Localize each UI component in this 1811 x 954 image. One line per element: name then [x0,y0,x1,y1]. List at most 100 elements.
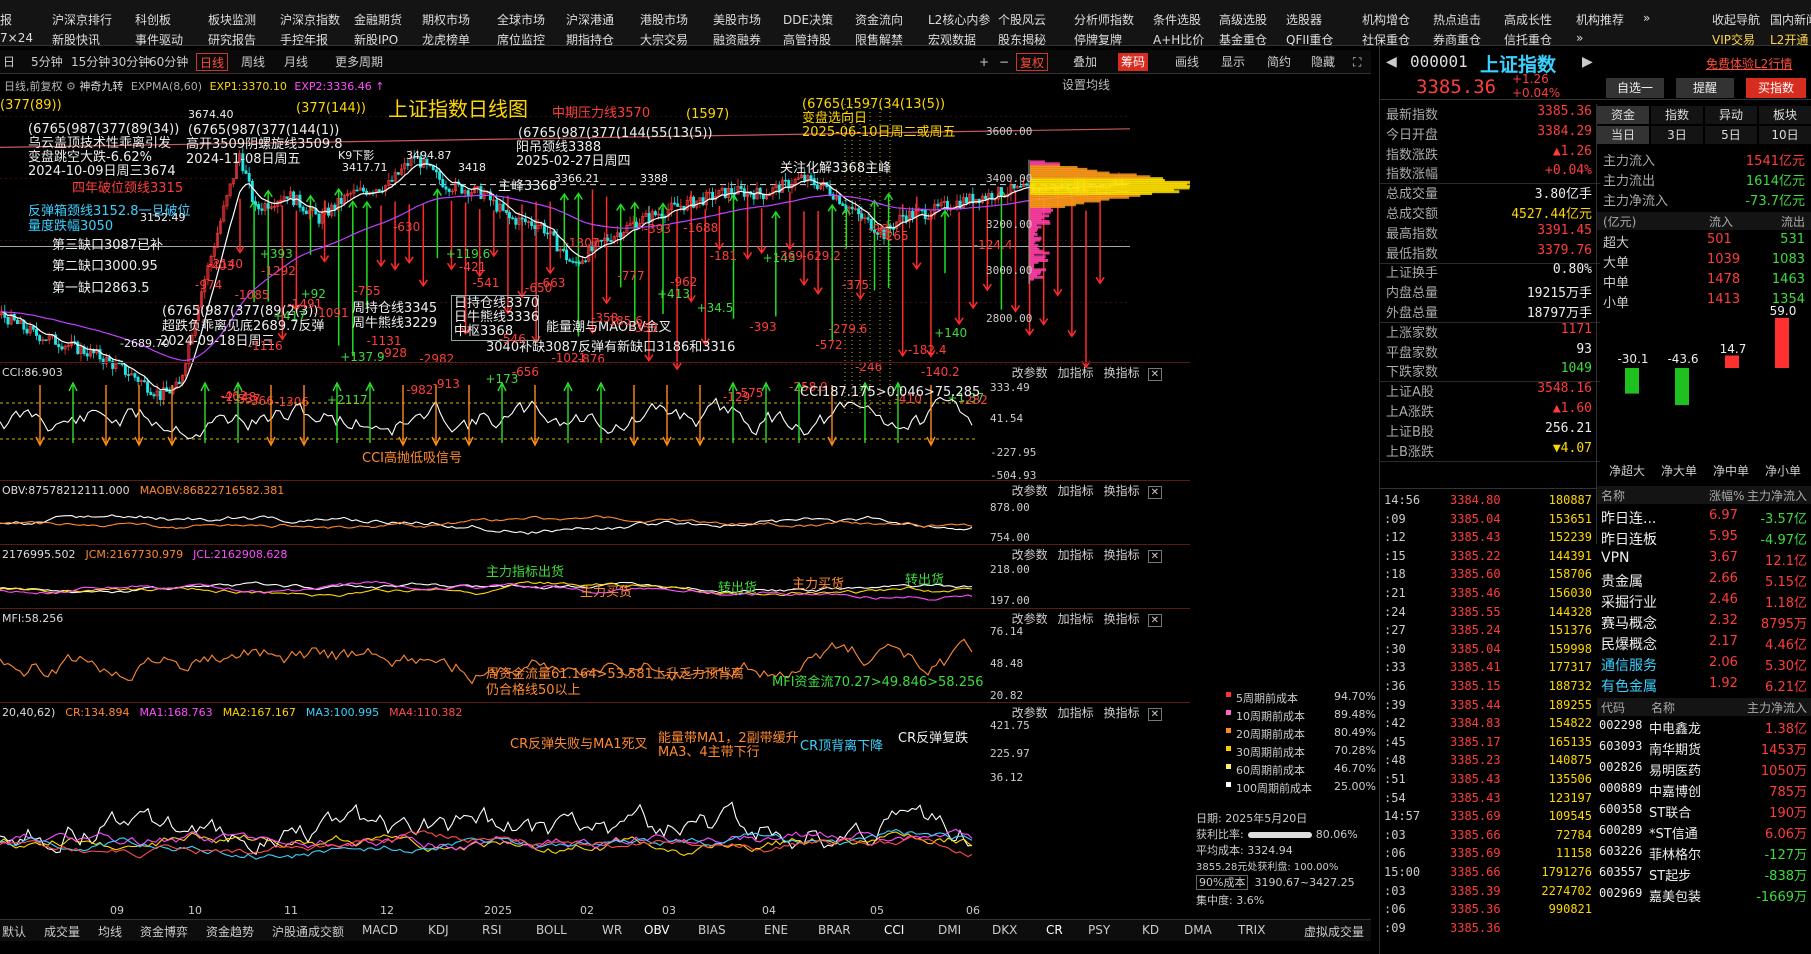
nav-item-15[interactable]: 分析师指数 [1074,11,1134,28]
indicator-tab-20[interactable]: KD [1142,923,1159,937]
indicator-tab-15[interactable]: CCI [884,923,904,937]
tool-5[interactable]: 画线 [1172,53,1202,71]
sector-row[interactable]: 有色金属 1.92 6.21亿 [1597,676,1811,697]
nav-item-22[interactable]: 机构推荐 [1576,11,1624,28]
nav-item-18[interactable]: 选股器 [1286,11,1322,28]
period-6[interactable]: 月线 [281,53,311,71]
tool-2[interactable]: 复权 [1016,53,1049,71]
stock-row[interactable]: 002969 嘉美包装 -1669万 [1597,886,1811,907]
stock-row[interactable]: 002826 易明医药 1050万 [1597,760,1811,781]
panel-cr[interactable]: 20,40,62) CR:134.894 MA1:168.763 MA2:167.16… [0,702,1190,902]
sector-row[interactable]: 通信服务 2.06 5.30亿 [1597,655,1811,676]
stock-row[interactable]: 600289 *ST信通 6.06万 [1597,823,1811,844]
indicator-tab-9[interactable]: BOLL [536,923,567,937]
tool-3[interactable]: 叠加 [1070,53,1100,71]
stock-row[interactable]: 603226 菲林格尔 -127万 [1597,844,1811,865]
stock-row[interactable]: 600358 ST联合 190万 [1597,802,1811,823]
nav-sub-item-22[interactable]: » [1576,31,1583,45]
period-3[interactable]: 60分钟 [146,53,191,71]
panel-tool-1[interactable]: 加指标 [1058,706,1094,720]
panel-tool-1[interactable]: 加指标 [1058,366,1094,380]
nav-sub-item-7[interactable]: 席位监控 [497,31,545,48]
sector-row[interactable]: 民爆概念 2.17 4.46亿 [1597,634,1811,655]
indicator-tab-17[interactable]: DKX [992,923,1017,937]
panel-obv[interactable]: OBV:87578212111.000 MAOBV:86822716582.381… [0,480,1190,544]
nav-item-12[interactable]: 资金流向 [855,11,903,28]
nav-item-21[interactable]: 高成长性 [1504,11,1552,28]
nav-item-24[interactable]: 收起导航 [1712,11,1760,28]
nav-item-10[interactable]: 美股市场 [713,11,761,28]
panel-mfi[interactable]: MFI:58.256 改参数 加指标 换指标 ✕ 76.14 48.48 20.82 周资金流量… [0,608,1190,702]
period-day-prefix[interactable]: 日 [0,53,18,71]
tool-4[interactable]: 筹码 [1118,53,1149,71]
nav-sub-item-14[interactable]: 股东揭秘 [998,31,1046,48]
indicator-tab-0[interactable]: 默认 [2,923,26,940]
sector-row[interactable]: 昨日连板 5.95 -4.97亿 [1597,529,1811,550]
nav-sub-item-12[interactable]: 限售解禁 [855,31,903,48]
sector-row[interactable]: 采掘行业 2.46 1.18亿 [1597,592,1811,613]
nav-sub-item-17[interactable]: 基金重仓 [1219,31,1267,48]
nav-sub-item-2[interactable]: 事件驱动 [135,31,183,48]
indicator-tab-23[interactable]: 虚拟成交量 [1304,923,1364,940]
panel-tool-2[interactable]: 换指标 [1104,612,1140,626]
range-tab-1[interactable]: 3日 [1651,126,1703,144]
panel-tool-0[interactable]: 改参数 [1012,548,1048,562]
nav-item-11[interactable]: DDE决策 [783,11,833,28]
panel-tool-2[interactable]: 换指标 [1104,548,1140,562]
sector-row[interactable]: 贵金属 2.66 5.15亿 [1597,571,1811,592]
indicator-tab-2[interactable]: 均线 [98,923,122,940]
fullscreen-icon[interactable]: ⛶ [1350,53,1364,71]
indicator-tab-22[interactable]: TRIX [1238,923,1265,937]
indicator-tab-10[interactable]: WR [602,923,622,937]
next-arrow-icon[interactable]: ▶ [1582,54,1593,70]
fund-tab-0[interactable]: 资金 [1597,106,1649,124]
nav-item-9[interactable]: 港股市场 [640,11,688,28]
nav-sub-item-3[interactable]: 研究报告 [208,31,256,48]
close-icon[interactable]: ✕ [1147,368,1162,381]
nav-item-2[interactable]: 科创板 [135,11,171,28]
panel-cci[interactable]: CCI:86.903 改参数 加指标 换指标 ✕ 333.49 41.54 -227.95 -5… [0,362,1190,482]
range-tab-3[interactable]: 10日 [1759,126,1811,144]
range-tab-0[interactable]: 当日 [1597,126,1649,144]
panel-tool-1[interactable]: 加指标 [1058,484,1094,498]
sector-row[interactable]: 昨日连... 6.97 -3.57亿 [1597,508,1811,529]
range-tab-2[interactable]: 5日 [1705,126,1757,144]
nav-item-25[interactable]: 国内新闻 [1770,11,1811,28]
nav-sub-item-18[interactable]: QFII重仓 [1286,31,1333,48]
stock-row[interactable]: 603557 ST起步 -838万 [1597,865,1811,886]
nav-item-8[interactable]: 沪深港通 [566,11,614,28]
panel-tool-1[interactable]: 加指标 [1058,548,1094,562]
indicator-tab-8[interactable]: RSI [482,923,502,937]
close-icon[interactable]: ✕ [1147,708,1162,721]
alert-button[interactable]: 提醒 [1676,78,1734,98]
nav-item-23[interactable]: » [1643,11,1650,25]
nav-sub-item-9[interactable]: 大宗交易 [640,31,688,48]
nav-sub-item-16[interactable]: A+H比价 [1153,31,1204,48]
panel-tool-1[interactable]: 加指标 [1058,612,1094,626]
fund-tab-2[interactable]: 异动 [1705,106,1757,124]
sector-row[interactable]: 赛马概念 2.32 8795万 [1597,613,1811,634]
indicator-tab-5[interactable]: 沪股通成交额 [272,923,344,940]
tool-8[interactable]: 隐藏 [1308,53,1338,71]
panel-tool-2[interactable]: 换指标 [1104,366,1140,380]
add-watchlist-button[interactable]: 自选一 [1606,78,1664,98]
nav-sub-item-11[interactable]: 高管持股 [783,31,831,48]
nav-item-3[interactable]: 板块监测 [208,11,256,28]
indicator-tab-16[interactable]: DMI [938,923,961,937]
nav-sub-item-5[interactable]: 新股IPO [354,31,398,48]
stock-row[interactable]: 002298 中电鑫龙 1.38亿 [1597,718,1811,739]
indicator-tab-12[interactable]: BIAS [698,923,726,937]
nav-item-14[interactable]: 个股风云 [998,11,1046,28]
indicator-tab-18[interactable]: CR [1046,923,1063,937]
nav-item-13[interactable]: L2核心内参 [928,11,990,28]
nav-sub-item-4[interactable]: 手控年报 [280,31,328,48]
stock-row[interactable]: 603093 南华期货 1453万 [1597,739,1811,760]
tool-0[interactable]: + [976,53,992,71]
period-4[interactable]: 日线 [196,53,229,71]
nav-item-6[interactable]: 期权市场 [422,11,470,28]
sector-row[interactable]: VPN 3.67 12.1亿 [1597,550,1811,571]
nav-item-4[interactable]: 沪深京指数 [280,11,340,28]
fund-tab-3[interactable]: 板块 [1759,106,1811,124]
prev-arrow-icon[interactable]: ◀ [1386,54,1397,70]
period-1[interactable]: 15分钟 [68,53,113,71]
